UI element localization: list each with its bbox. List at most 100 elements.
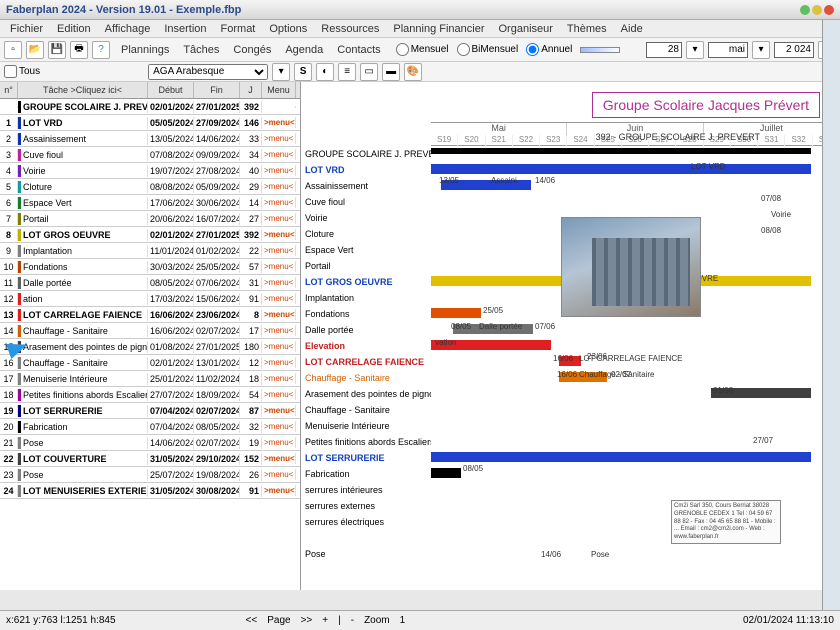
toolbar-plannings[interactable]: Plannings [114, 41, 176, 59]
menu-fichier[interactable]: Fichier [4, 21, 49, 37]
menu-affichage[interactable]: Affichage [99, 21, 157, 37]
col-n[interactable]: n° [0, 82, 18, 98]
new-icon[interactable]: ▫ [4, 41, 22, 59]
row-menu[interactable]: >menu< [262, 341, 296, 352]
row-menu[interactable]: >menu< [262, 149, 296, 160]
month-input[interactable] [708, 42, 748, 58]
table-row[interactable]: 8LOT GROS OEUVRE02/01/202427/01/2025392>… [0, 227, 300, 243]
row-menu[interactable]: >menu< [262, 213, 296, 224]
slider[interactable] [580, 47, 620, 53]
table-row[interactable]: 11Dalle portée08/05/202407/06/202431>men… [0, 275, 300, 291]
table-row[interactable]: 20Fabrication07/04/202408/05/202432>menu… [0, 419, 300, 435]
row-menu[interactable]: >menu< [262, 117, 296, 128]
all-checkbox[interactable]: Tous [4, 65, 40, 78]
row-menu[interactable]: >menu< [262, 389, 296, 400]
toolbar-contacts[interactable]: Contacts [330, 41, 387, 59]
table-row[interactable]: 23Pose25/07/202419/08/202426>menu< [0, 467, 300, 483]
row-menu[interactable]: >menu< [262, 165, 296, 176]
menu-options[interactable]: Options [263, 21, 313, 37]
maximize-icon[interactable] [812, 5, 822, 15]
gantt-bar[interactable] [431, 468, 461, 478]
row-menu[interactable]: >menu< [262, 277, 296, 288]
row-menu[interactable]: >menu< [262, 181, 296, 192]
table-row[interactable]: 10Fondations30/03/202425/05/202457>menu< [0, 259, 300, 275]
toolbar-agenda[interactable]: Agenda [278, 41, 330, 59]
table-row[interactable]: 19LOT SERRURERIE07/04/202402/07/202487>m… [0, 403, 300, 419]
print-icon[interactable]: 🖶 [70, 41, 88, 59]
menu-organiseur[interactable]: Organiseur [493, 21, 559, 37]
grid-body[interactable]: GROUPE SCOLAIRE J. PREVERT02/01/202427/0… [0, 99, 300, 590]
radio-mensuel[interactable]: Mensuel [396, 43, 449, 56]
table-row[interactable]: 6Espace Vert17/06/202430/06/202414>menu< [0, 195, 300, 211]
col-menu[interactable]: Menu [262, 82, 296, 98]
row-menu[interactable]: >menu< [262, 453, 296, 464]
row-menu[interactable]: >menu< [262, 293, 296, 304]
font-select[interactable]: AGA Arabesque [148, 64, 268, 80]
radio-bimensuel[interactable]: BiMensuel [457, 43, 519, 56]
row-menu[interactable]: >menu< [262, 421, 296, 432]
table-row[interactable]: GROUPE SCOLAIRE J. PREVERT02/01/202427/0… [0, 99, 300, 115]
col-task[interactable]: Tâche >Cliquez ici< [18, 82, 148, 98]
save-icon[interactable]: 💾 [48, 41, 66, 59]
table-row[interactable]: 13LOT CARRELAGE FAIENCE16/06/202423/06/2… [0, 307, 300, 323]
menu-planning financier[interactable]: Planning Financier [387, 21, 490, 37]
col-end[interactable]: Fin [194, 82, 240, 98]
gantt-bar[interactable] [431, 308, 481, 318]
row-menu[interactable]: >menu< [262, 357, 296, 368]
table-row[interactable]: 15Arasement des pointes de pignons01/08/… [0, 339, 300, 355]
table-row[interactable]: 22LOT COUVERTURE31/05/202429/10/2024152>… [0, 451, 300, 467]
row-menu[interactable]: >menu< [262, 469, 296, 480]
menu-insertion[interactable]: Insertion [158, 21, 212, 37]
menu-ressources[interactable]: Ressources [315, 21, 385, 37]
open-icon[interactable]: 📂 [26, 41, 44, 59]
menu-thèmes[interactable]: Thèmes [561, 21, 613, 37]
month-stepper[interactable]: ▾ [752, 41, 770, 59]
table-row[interactable]: 21Pose14/06/202402/07/202419>menu< [0, 435, 300, 451]
menu-edition[interactable]: Edition [51, 21, 97, 37]
row-menu[interactable]: >menu< [262, 437, 296, 448]
table-row[interactable]: 4Voirie19/07/202427/08/202440>menu< [0, 163, 300, 179]
row-menu[interactable]: >menu< [262, 133, 296, 144]
year-input[interactable] [774, 42, 814, 58]
gantt-bar[interactable] [431, 148, 811, 154]
table-row[interactable]: 24LOT MENUISERIES EXTERIEU31/05/202430/0… [0, 483, 300, 499]
table-row[interactable]: 7Portail20/06/202416/07/202427>menu< [0, 211, 300, 227]
size-stepper[interactable]: ▾ [272, 63, 290, 81]
radio-annuel[interactable]: Annuel [526, 43, 572, 56]
row-menu[interactable]: >menu< [262, 325, 296, 336]
row-menu[interactable]: >menu< [262, 197, 296, 208]
table-row[interactable]: 2Assainissement13/05/202414/06/202433>me… [0, 131, 300, 147]
color-icon[interactable]: ◐ [316, 63, 334, 81]
menu-aide[interactable]: Aide [615, 21, 649, 37]
table-row[interactable]: 5Cloture08/08/202405/09/202429>menu< [0, 179, 300, 195]
row-menu[interactable]: >menu< [262, 309, 296, 320]
row-menu[interactable]: >menu< [262, 245, 296, 256]
toolbar-congés[interactable]: Congés [226, 41, 278, 59]
gantt-bar[interactable] [431, 452, 811, 462]
table-row[interactable]: 1LOT VRD05/05/202427/09/2024146>menu< [0, 115, 300, 131]
row-menu[interactable]: >menu< [262, 405, 296, 416]
toolbar-tâches[interactable]: Tâches [176, 41, 226, 59]
fill-icon[interactable]: ▬ [382, 63, 400, 81]
row-menu[interactable]: >menu< [262, 485, 296, 496]
table-row[interactable]: 12 ation17/03/202415/06/202491>menu< [0, 291, 300, 307]
row-menu[interactable] [262, 106, 296, 108]
table-row[interactable]: 16Chauffage - Sanitaire02/01/202413/01/2… [0, 355, 300, 371]
gantt-panel[interactable]: Groupe Scolaire Jacques Prévert MaiJuinJ… [301, 82, 840, 590]
table-row[interactable]: 9Implantation11/01/202401/02/202422>menu… [0, 243, 300, 259]
row-menu[interactable]: >menu< [262, 373, 296, 384]
border-icon[interactable]: ▭ [360, 63, 378, 81]
table-row[interactable]: 14Chauffage - Sanitaire16/06/202402/07/2… [0, 323, 300, 339]
side-dock[interactable] [822, 20, 840, 610]
table-row[interactable]: 18Petites finitions abords Escaliers27/0… [0, 387, 300, 403]
row-menu[interactable]: >menu< [262, 261, 296, 272]
day-stepper[interactable]: ▾ [686, 41, 704, 59]
close-icon[interactable] [824, 5, 834, 15]
row-menu[interactable]: >menu< [262, 229, 296, 240]
col-start[interactable]: Début [148, 82, 194, 98]
bold-icon[interactable]: S [294, 63, 312, 81]
help-icon[interactable]: ? [92, 41, 110, 59]
menu-format[interactable]: Format [215, 21, 262, 37]
gantt-bar[interactable] [431, 164, 811, 174]
day-input[interactable] [646, 42, 682, 58]
